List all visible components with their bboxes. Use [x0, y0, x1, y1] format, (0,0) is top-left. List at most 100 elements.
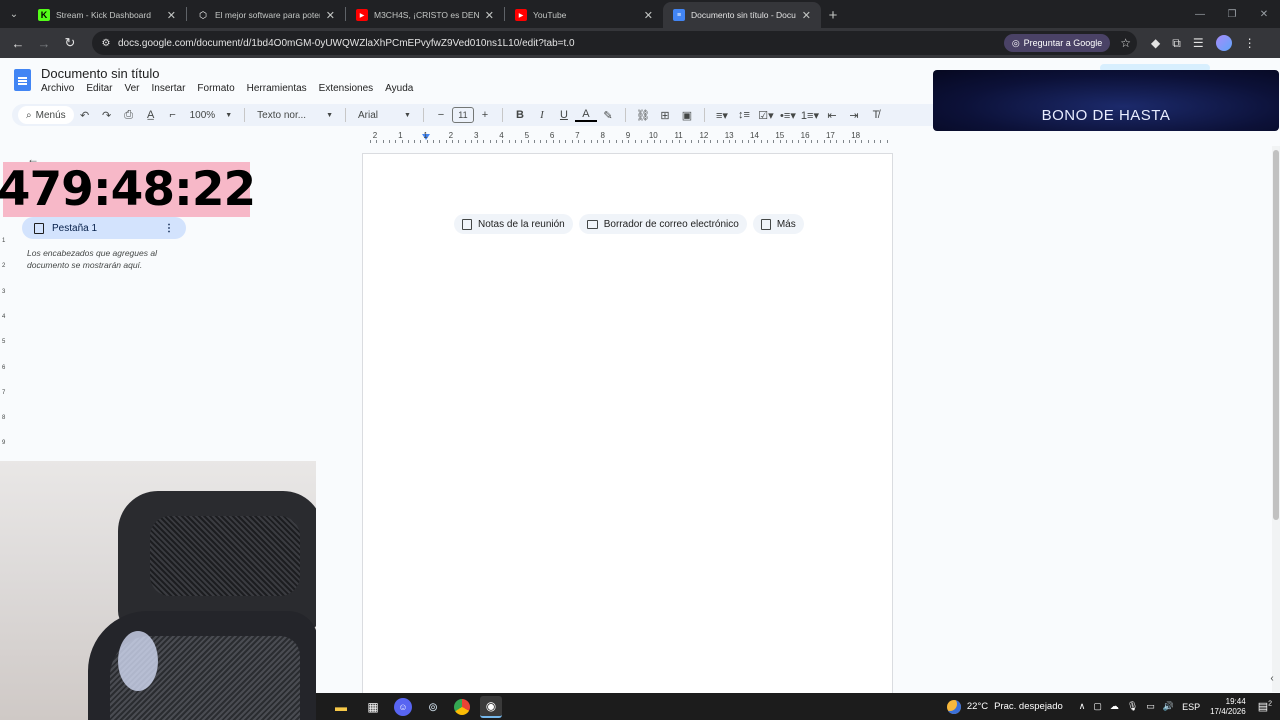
forward-button[interactable]: → [32, 31, 56, 55]
docs-logo-icon[interactable] [14, 69, 31, 91]
tab-google-docs[interactable]: ≡ Documento sin título - Docume ✕ [663, 2, 821, 28]
italic-icon[interactable]: I [531, 109, 553, 121]
link-icon[interactable]: ⛓ [632, 109, 654, 122]
microphone-icon[interactable]: 🎙 [1127, 701, 1138, 712]
menu-formato[interactable]: Formato [197, 83, 234, 94]
menu-ver[interactable]: Ver [124, 83, 139, 94]
paint-format-icon[interactable]: ⌐ [162, 109, 184, 121]
close-window-icon[interactable]: ✕ [1248, 9, 1280, 20]
highlight-icon[interactable]: ✎ [597, 109, 619, 122]
decrease-font-size-icon[interactable]: − [430, 109, 452, 121]
document-title[interactable]: Documento sin título [41, 66, 160, 81]
profile-avatar[interactable] [1215, 35, 1232, 51]
gemini-icon[interactable]: ◆ [1151, 36, 1160, 50]
comment-icon[interactable]: ⊞ [654, 109, 676, 122]
back-button[interactable]: ← [6, 31, 30, 55]
image-icon[interactable]: ▣ [676, 109, 698, 122]
document-tab-pestana-1[interactable]: Pestaña 1 ⋮ [22, 217, 186, 239]
bookmark-star-icon[interactable]: ☆ [1120, 36, 1131, 50]
close-tab-icon[interactable]: ✕ [485, 9, 494, 22]
font-size-input[interactable]: 11 [451, 107, 474, 123]
close-tab-icon[interactable]: ✕ [167, 9, 176, 22]
menu-herramientas[interactable]: Herramientas [247, 83, 307, 94]
minimize-icon[interactable]: — [1184, 9, 1216, 20]
bold-icon[interactable]: B [509, 109, 531, 121]
decrease-indent-icon[interactable]: ⇤ [821, 109, 843, 122]
print-icon[interactable]: ⎙ [118, 109, 140, 122]
style-select[interactable]: Texto nor... ▼ [251, 110, 339, 121]
ruler-tick [609, 140, 611, 143]
close-tab-icon[interactable]: ✕ [326, 9, 335, 22]
new-tab-button[interactable]: + [821, 2, 845, 28]
clock[interactable]: 19:44 17/4/2026 [1210, 697, 1246, 717]
ruler-tick [395, 140, 397, 143]
checklist-icon[interactable]: ☑▾ [755, 109, 777, 122]
url-text[interactable]: docs.google.com/document/d/1bd4O0mGM-0yU… [118, 38, 1004, 49]
align-icon[interactable]: ≡▾ [711, 109, 733, 122]
increase-font-size-icon[interactable]: + [474, 109, 496, 121]
chevron-up-icon[interactable]: ∧ [1079, 701, 1086, 712]
tab-software[interactable]: ⬡ El mejor software para potencia ✕ [187, 2, 345, 28]
extension-area: ◆ ⧉ ☰ ⋮ [1151, 35, 1256, 51]
chip-email-draft[interactable]: Borrador de correo electrónico [578, 214, 747, 234]
undo-icon[interactable]: ↶ [74, 109, 96, 122]
numbered-list-icon[interactable]: 1≡▾ [799, 109, 821, 122]
volume-icon[interactable]: 🔊 [1163, 701, 1174, 712]
zoom-select[interactable]: 100% ▼ [184, 110, 239, 121]
more-options-icon[interactable]: ⋮ [164, 223, 174, 234]
network-icon[interactable]: ▭ [1146, 701, 1155, 712]
close-tab-icon[interactable]: ✕ [644, 9, 653, 22]
menus-search[interactable]: ⌕ Menús [18, 106, 74, 124]
language-indicator[interactable]: ESP [1182, 702, 1200, 712]
close-tab-icon[interactable]: ✕ [802, 9, 811, 22]
onedrive-icon[interactable]: ☁ [1110, 701, 1119, 712]
address-bar[interactable]: ⚙ docs.google.com/document/d/1bd4O0mGM-0… [92, 31, 1137, 55]
underline-icon[interactable]: U [553, 109, 575, 121]
menu-ayuda[interactable]: Ayuda [385, 83, 413, 94]
show-side-panel-icon[interactable]: ‹ [1264, 668, 1280, 688]
steam-icon[interactable]: ⊚ [422, 696, 444, 718]
reload-button[interactable]: ↻ [58, 31, 82, 55]
horizontal-ruler[interactable]: 2 1 1 2 3 4 5 6 7 8 9 10 11 12 13 14 15 16 17 18 [362, 130, 892, 144]
menu-archivo[interactable]: Archivo [41, 83, 74, 94]
discord-icon[interactable]: ☺ [394, 697, 412, 716]
text-color-icon[interactable]: A [574, 108, 597, 122]
redo-icon[interactable]: ↷ [96, 109, 118, 122]
line-spacing-icon[interactable]: ↕≡ [733, 109, 755, 121]
reading-list-icon[interactable]: ☰ [1193, 36, 1204, 50]
search-icon: ⌕ [26, 109, 32, 121]
file-explorer-icon[interactable]: ▬ [330, 696, 352, 718]
menu-insertar[interactable]: Insertar [152, 83, 186, 94]
clear-formatting-icon[interactable]: T̸ [865, 109, 887, 121]
tab-kick-dashboard[interactable]: K Stream - Kick Dashboard ✕ [28, 2, 186, 28]
chrome-menu-icon[interactable]: ⋮ [1244, 36, 1256, 50]
ruler-tick [388, 140, 390, 143]
ruler-tick [502, 140, 504, 143]
ruler-label: 7 [575, 131, 580, 140]
notification-center-icon[interactable]: ▤2 [1258, 700, 1272, 713]
restore-icon[interactable]: ❐ [1216, 9, 1248, 20]
tab-youtube[interactable]: ▶ YouTube ✕ [505, 2, 663, 28]
chip-meeting-notes[interactable]: Notas de la reunión [454, 214, 573, 234]
document-page[interactable] [362, 153, 893, 698]
tab-search-icon[interactable]: ⌄ [0, 0, 28, 28]
chrome-icon[interactable] [454, 698, 470, 715]
chip-more[interactable]: Más [752, 214, 804, 234]
menu-extensiones[interactable]: Extensiones [319, 83, 373, 94]
microsoft-store-icon[interactable]: ▦ [362, 696, 384, 718]
site-info-icon[interactable]: ⚙ [98, 35, 114, 51]
extensions-icon[interactable]: ⧉ [1172, 36, 1181, 51]
ruler-label: 18 [851, 131, 861, 140]
bulleted-list-icon[interactable]: •≡▾ [777, 109, 799, 122]
tab-youtube-video[interactable]: ▶ M3CH4S, ¡CRISTO es DENUN ✕ [346, 2, 504, 28]
weather-widget[interactable]: 22°C Prac. despejado [946, 699, 1063, 714]
spellcheck-icon[interactable]: A̲ [140, 109, 162, 121]
obs-icon[interactable]: ◉ [480, 695, 502, 718]
menu-editar[interactable]: Editar [86, 83, 112, 94]
ask-google-button[interactable]: ◎ Preguntar a Google [1003, 34, 1111, 52]
font-select[interactable]: Arial ▼ [352, 110, 417, 121]
increase-indent-icon[interactable]: ⇥ [843, 109, 865, 122]
tray-app-icon[interactable]: ▢ [1093, 701, 1102, 712]
ruler-tick [496, 140, 497, 143]
scrollbar-thumb[interactable] [1273, 150, 1279, 520]
